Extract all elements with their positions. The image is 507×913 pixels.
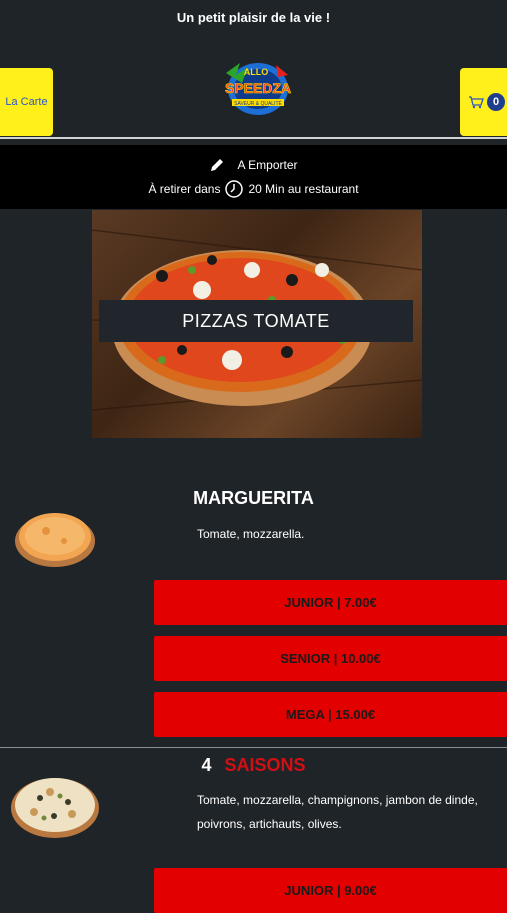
order-mode: A Emporter	[237, 158, 298, 172]
svg-text:SAVEUR & QUALITÉ: SAVEUR & QUALITÉ	[234, 100, 282, 107]
pickup-time: 20 Min au restaurant	[248, 182, 359, 196]
item-divider	[0, 747, 507, 748]
item-description-4-saisons: Tomate, mozzarella, champignons, jambon …	[197, 788, 497, 836]
item-name-4-saisons: 4 SAISONS	[0, 755, 507, 776]
price-option-mega[interactable]: MEGA | 15.00€	[154, 692, 507, 737]
item-description: Tomate, mozzarella.	[197, 527, 305, 541]
item-name-part1: 4	[201, 755, 212, 775]
cart-count-badge: 0	[487, 93, 505, 111]
header-divider	[0, 137, 507, 139]
price-option-junior[interactable]: JUNIOR | 7.00€	[154, 580, 507, 625]
logo: ALLO SPEEDZA SAVEUR & QUALITÉ	[225, 63, 291, 115]
svg-text:ALLO: ALLO	[244, 67, 269, 77]
price-option-senior[interactable]: SENIOR | 10.00€	[154, 636, 507, 681]
order-mode-banner[interactable]: A Emporter À retirer dans 20 Min au rest…	[0, 145, 507, 209]
four-seasons-thumbnail	[11, 778, 99, 838]
description-line-2: poivrons, artichauts, olives.	[197, 817, 342, 831]
item-name-part2: SAISONS	[224, 755, 306, 775]
cart-icon	[469, 96, 484, 109]
svg-text:SPEEDZA: SPEEDZA	[225, 80, 291, 96]
menu-label: La Carte	[5, 96, 48, 108]
price-option-junior-4-saisons[interactable]: JUNIOR | 9.00€	[154, 868, 507, 913]
category-title: PIZZAS TOMATE	[99, 300, 413, 342]
pickup-prefix: À retirer dans	[148, 182, 221, 196]
menu-button[interactable]: La Carte	[0, 68, 53, 136]
pencil-icon	[211, 159, 224, 171]
description-line-1: Tomate, mozzarella, champignons, jambon …	[197, 793, 478, 807]
margherita-thumbnail	[15, 513, 95, 567]
tagline: Un petit plaisir de la vie !	[176, 10, 331, 25]
item-name: MARGUERITA	[193, 488, 314, 508]
clock-icon	[225, 180, 244, 198]
cart-button[interactable]: 0	[460, 68, 507, 136]
